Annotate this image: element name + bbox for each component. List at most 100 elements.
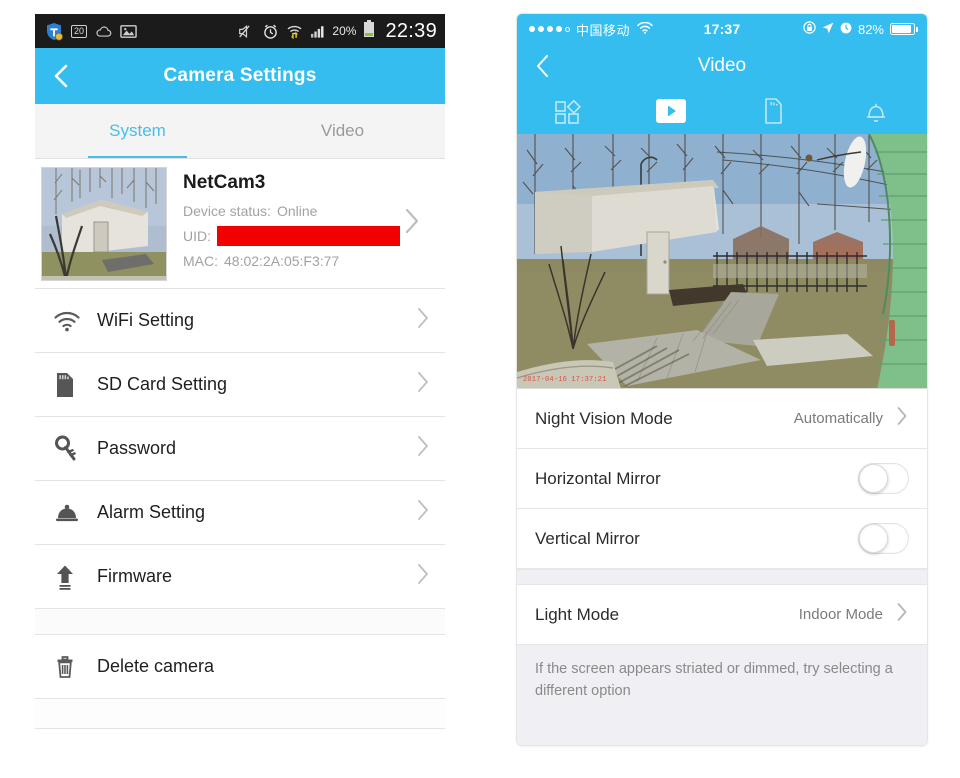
back-button[interactable]	[517, 44, 569, 88]
device-uid-line: UID:	[183, 225, 403, 246]
setting-chevron	[895, 600, 909, 629]
setting-row-horizontal-mirror[interactable]: Horizontal Mirror	[517, 449, 927, 509]
toggle-knob	[859, 464, 888, 493]
menu-item-label: Password	[97, 438, 177, 458]
grid-icon	[555, 99, 582, 124]
battery-percent-label: 82%	[857, 21, 884, 37]
shield-icon	[45, 22, 63, 41]
menu-item-alarm-setting[interactable]: Alarm Setting	[35, 481, 445, 545]
wifi-icon	[53, 310, 93, 332]
back-button[interactable]	[35, 48, 87, 104]
chevron-right-icon	[418, 500, 428, 520]
tab-video[interactable]: Video	[240, 104, 445, 158]
menu-item-password[interactable]: Password	[35, 417, 445, 481]
menu-item-label: Firmware	[97, 566, 172, 586]
ios-phone-panel: 中国移动 17:37 82% Video 2017-04-16 17:37:21…	[517, 14, 927, 745]
section-divider	[517, 569, 927, 585]
device-mac-value: 48:02:2A:05:F3:77	[224, 252, 340, 269]
menu-item-firmware[interactable]: Firmware	[35, 545, 445, 609]
device-status-value: Online	[276, 202, 318, 219]
mute-icon	[238, 24, 255, 39]
bottom-spacer	[517, 718, 927, 745]
tab-system-label: System	[109, 121, 166, 140]
status-bar-left-icons: 20	[45, 22, 137, 41]
status-bar-right-icons: 20% 22:39	[238, 19, 437, 43]
chevron-right-icon	[405, 208, 419, 234]
menu-item-chevron	[415, 432, 431, 465]
menu-item-label: SD Card Setting	[97, 374, 228, 394]
ios-toolbar	[517, 88, 927, 134]
toggle-knob	[859, 524, 888, 553]
menu-item-label: Alarm Setting	[97, 502, 206, 522]
ios-header-bar: Video	[517, 44, 927, 88]
vertical-mirror-toggle[interactable]	[858, 523, 909, 554]
chevron-right-icon	[897, 407, 907, 425]
menu-item-wifi-setting[interactable]: WiFi Setting	[35, 289, 445, 353]
menu-item-chevron	[415, 560, 431, 593]
alarm-clock-icon	[262, 24, 279, 39]
video-preview[interactable]: 2017-04-16 17:37:21	[517, 134, 927, 389]
toolbar-button-grid[interactable]	[517, 88, 620, 134]
hint-text: If the screen appears striated or dimmed…	[535, 661, 893, 699]
upload-arrow-icon	[53, 564, 93, 590]
device-name: NetCam3	[183, 171, 266, 193]
setting-label: Light Mode	[535, 604, 620, 624]
menu-item-delete-camera[interactable]: Delete camera	[35, 635, 445, 699]
device-info: NetCam3 Device status: Online UID: MAC: …	[167, 172, 403, 276]
menu-item-label: WiFi Setting	[97, 310, 195, 330]
device-mac-label: MAC:	[183, 252, 218, 269]
menu-item-chevron	[415, 496, 431, 529]
toolbar-button-play[interactable]	[620, 88, 723, 134]
bell-icon	[53, 501, 93, 525]
wifi-transfer-icon	[286, 24, 303, 39]
bell-icon	[866, 103, 886, 122]
setting-label: Night Vision Mode	[535, 408, 673, 428]
sd-card-icon	[765, 98, 783, 124]
chevron-left-icon	[537, 55, 548, 77]
play-icon	[655, 99, 686, 123]
chevron-right-icon	[418, 372, 428, 392]
toolbar-button-sd-card[interactable]	[722, 88, 825, 134]
light-mode-hint: If the screen appears striated or dimmed…	[517, 645, 927, 719]
menu-item-chevron	[415, 368, 431, 401]
battery-percent-label: 20%	[332, 24, 357, 38]
menu-item-label: Delete camera	[97, 656, 215, 676]
horizontal-mirror-toggle[interactable]	[858, 463, 909, 494]
page-title: Video	[697, 55, 747, 76]
signal-bars-icon	[310, 24, 325, 39]
rotation-lock-icon	[803, 21, 816, 37]
video-timestamp: 2017-04-16 17:37:21	[523, 376, 607, 384]
trash-icon	[53, 654, 93, 680]
device-card-chevron	[403, 205, 435, 242]
battery-icon	[363, 19, 375, 43]
section-divider	[35, 609, 445, 635]
toolbar-button-alarm[interactable]	[825, 88, 928, 134]
menu-item-sd-card-setting[interactable]: SD Card Setting	[35, 353, 445, 417]
alarm-icon	[840, 22, 852, 37]
ios-status-right-icons: 82%	[803, 21, 918, 37]
chevron-right-icon	[897, 603, 907, 621]
setting-row-vertical-mirror[interactable]: Vertical Mirror	[517, 509, 927, 569]
chevron-right-icon	[418, 308, 428, 328]
sd-card-icon	[53, 372, 93, 398]
setting-value: Indoor Mode	[798, 606, 883, 623]
setting-label: Horizontal Mirror	[535, 468, 661, 488]
device-status-line: Device status: Online	[183, 203, 403, 219]
notification-count-icon: 20	[71, 24, 88, 38]
device-card[interactable]: NetCam3 Device status: Online UID: MAC: …	[35, 159, 445, 289]
setting-row-night-vision-mode[interactable]: Night Vision Mode Automatically	[517, 389, 927, 449]
setting-row-light-mode[interactable]: Light Mode Indoor Mode	[517, 585, 927, 645]
location-arrow-icon	[822, 22, 834, 37]
device-thumbnail	[41, 166, 167, 281]
image-icon	[120, 24, 137, 39]
status-bar-clock: 22:39	[385, 19, 437, 42]
device-uid-label: UID:	[183, 227, 211, 244]
battery-icon	[890, 23, 918, 35]
tab-bar: System Video	[35, 104, 445, 159]
chevron-left-icon	[54, 64, 68, 88]
ios-status-bar: 中国移动 17:37 82%	[517, 14, 927, 44]
tab-system[interactable]: System	[35, 104, 240, 158]
list-footer-spacer	[35, 699, 445, 729]
setting-chevron	[895, 404, 909, 433]
menu-item-chevron	[415, 304, 431, 337]
